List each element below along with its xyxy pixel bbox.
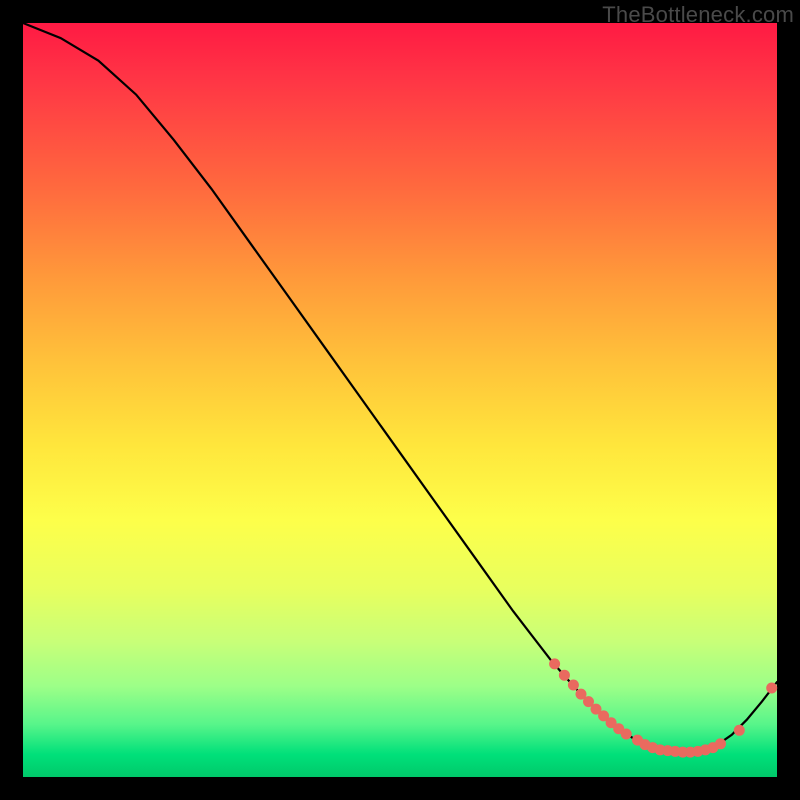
chart-frame: TheBottleneck.com <box>0 0 800 800</box>
curve-markers <box>549 658 777 757</box>
marker-dot <box>549 658 560 669</box>
plot-area <box>23 23 777 777</box>
marker-dot <box>734 725 745 736</box>
chart-svg <box>23 23 777 777</box>
marker-dot <box>559 670 570 681</box>
marker-dot <box>568 680 579 691</box>
bottleneck-curve <box>23 23 777 752</box>
marker-dot <box>715 738 726 749</box>
marker-dot <box>621 729 632 740</box>
marker-dot <box>766 683 777 694</box>
